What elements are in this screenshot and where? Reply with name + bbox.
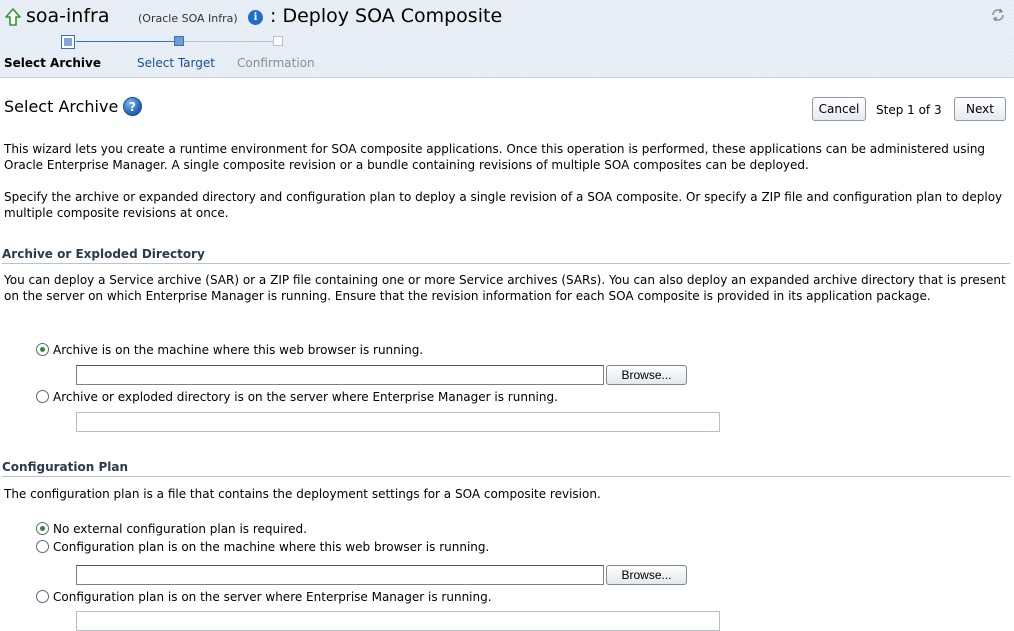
intro-paragraph: This wizard lets you create a runtime en… <box>4 142 986 172</box>
page-title: : Deploy SOA Composite <box>270 5 503 27</box>
intro-paragraph: Specify the archive or expanded director… <box>4 190 1003 220</box>
radio-button[interactable] <box>36 540 49 553</box>
archive-file-input[interactable] <box>76 365 604 385</box>
radio-label: Configuration plan is on the machine whe… <box>53 540 490 554</box>
radio-label: Archive is on the machine where this web… <box>53 343 424 357</box>
train-stop-select-archive <box>61 35 75 49</box>
target-type: (Oracle SOA Infra) <box>138 12 238 25</box>
archive-server-path-input[interactable] <box>76 412 720 432</box>
radio-button-selected[interactable] <box>36 343 49 356</box>
train-stop-confirmation <box>273 36 283 46</box>
help-icon[interactable]: ? <box>123 97 142 116</box>
archive-section-header: Archive or Exploded Directory <box>2 247 1010 264</box>
config-description: The configuration plan is a file that co… <box>4 487 601 501</box>
train-label-select-archive: Select Archive <box>4 56 101 70</box>
radio-button[interactable] <box>36 390 49 403</box>
page-header: soa-infra (Oracle SOA Infra) i : Deploy … <box>0 0 1014 78</box>
target-name: soa-infra <box>26 5 110 27</box>
config-file-input[interactable] <box>76 565 604 585</box>
step-indicator: Step 1 of 3 <box>876 103 942 117</box>
config-section-header: Configuration Plan <box>2 460 1010 477</box>
cancel-button[interactable]: Cancel <box>812 97 866 121</box>
train-label-confirmation: Confirmation <box>237 56 315 70</box>
radio-label: No external configuration plan is requir… <box>53 522 307 536</box>
home-icon[interactable] <box>4 6 22 28</box>
section-title: Select Archive <box>4 97 119 116</box>
archive-browse-button[interactable]: Browse... <box>606 365 687 385</box>
config-browse-button[interactable]: Browse... <box>606 565 687 585</box>
config-server-path-input[interactable] <box>76 611 720 631</box>
train-stop-select-target[interactable] <box>174 36 184 46</box>
radio-button[interactable] <box>36 590 49 603</box>
next-button[interactable]: Next <box>954 97 1006 121</box>
train-connector <box>184 41 273 42</box>
radio-label: Archive or exploded directory is on the … <box>53 390 558 404</box>
train-label-select-target[interactable]: Select Target <box>137 56 215 70</box>
train-connector <box>76 41 174 42</box>
info-icon[interactable]: i <box>248 10 263 25</box>
archive-description: You can deploy a Service archive (SAR) o… <box>4 273 1006 303</box>
radio-label: Configuration plan is on the server wher… <box>53 590 492 604</box>
radio-button-selected[interactable] <box>36 522 49 535</box>
refresh-icon[interactable] <box>990 7 1006 23</box>
